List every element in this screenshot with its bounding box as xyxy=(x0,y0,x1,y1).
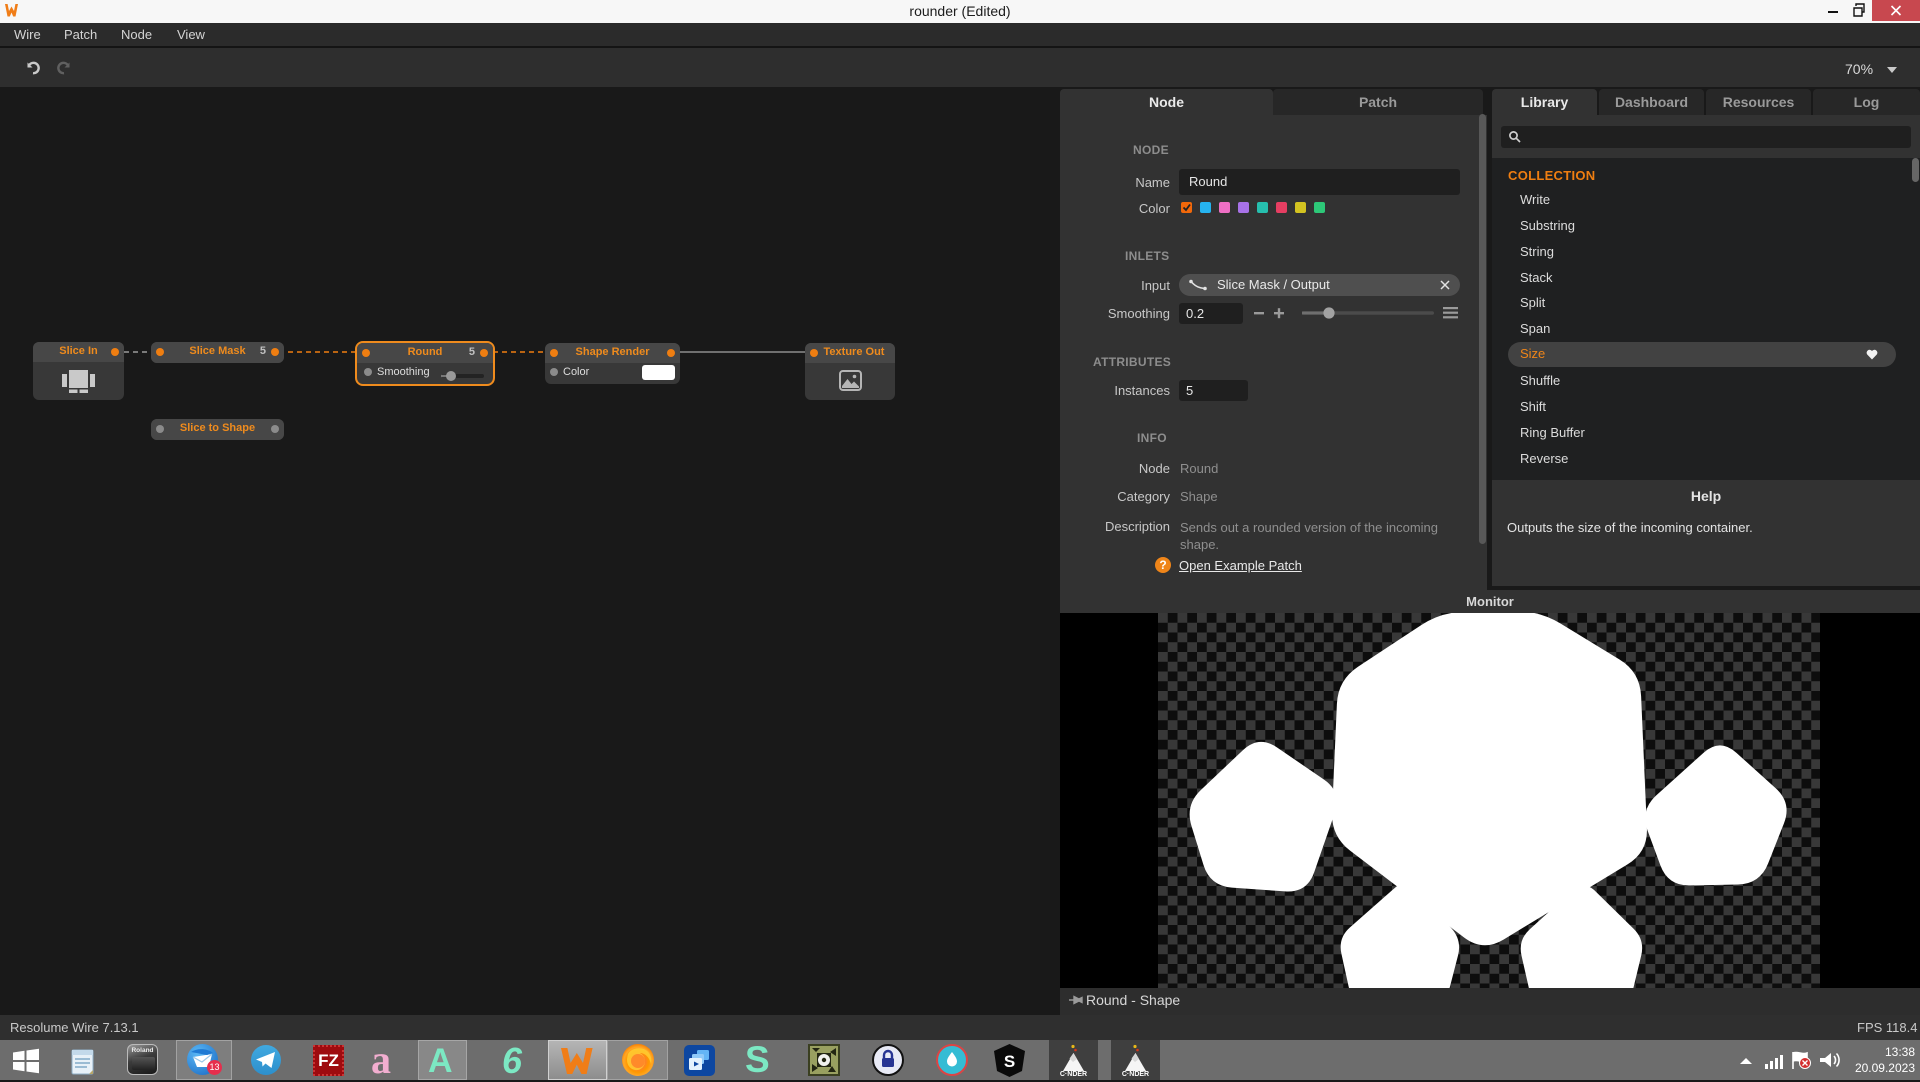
svg-text:C·NDER: C·NDER xyxy=(1060,1071,1087,1077)
svg-text:S: S xyxy=(1004,1052,1015,1071)
svg-text:C·NDER: C·NDER xyxy=(1122,1071,1149,1077)
